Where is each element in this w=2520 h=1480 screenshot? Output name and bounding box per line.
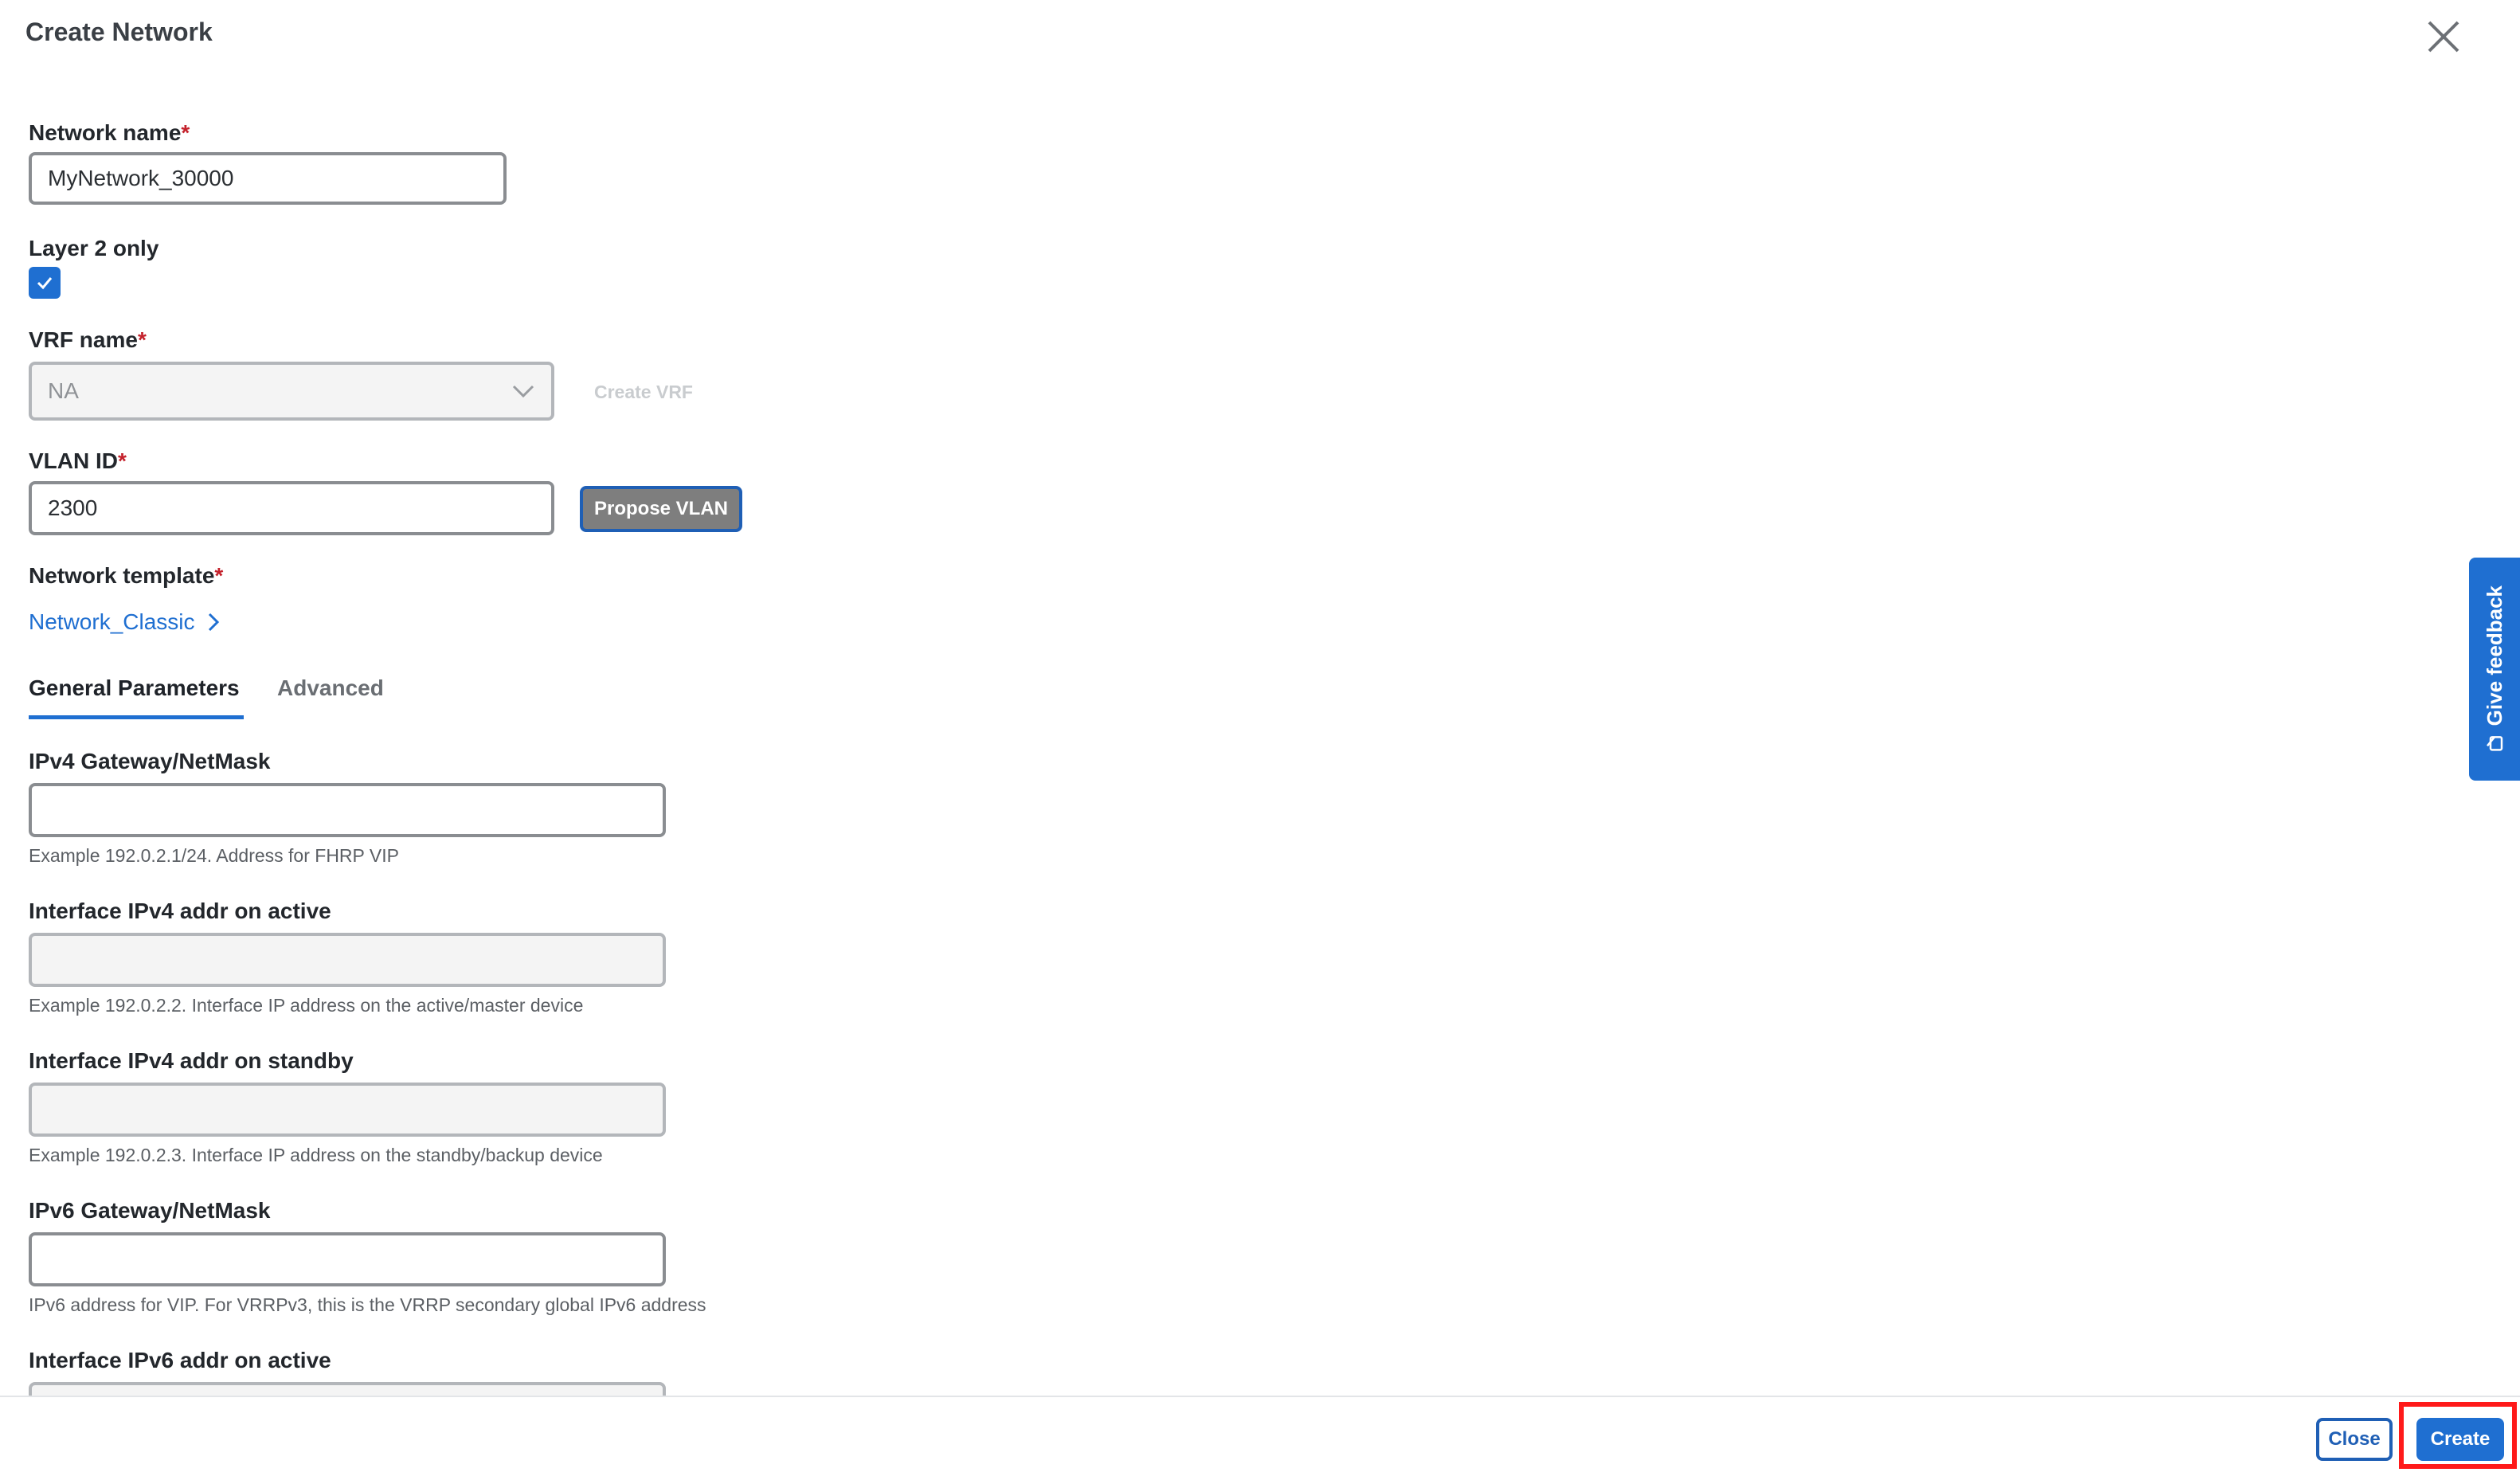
- ipv4-gateway-help: Example 192.0.2.1/24. Address for FHRP V…: [29, 845, 399, 866]
- propose-vlan-button[interactable]: Propose VLAN: [580, 486, 742, 532]
- required-mark: *: [137, 327, 147, 352]
- checkmark-icon: [37, 277, 53, 290]
- network-name-value: MyNetwork_30000: [48, 166, 234, 190]
- ipv4-standby-help: Example 192.0.2.3. Interface IP address …: [29, 1145, 603, 1165]
- ipv6-gateway-input[interactable]: [29, 1232, 666, 1286]
- ipv4-standby-label: Interface IPv4 addr on standby: [29, 1048, 354, 1073]
- active-tab-indicator: [29, 715, 244, 719]
- vlan-id-label: VLAN ID*: [29, 448, 127, 474]
- chevron-right-icon: [208, 613, 219, 632]
- close-button[interactable]: Close: [2316, 1418, 2393, 1461]
- vrf-name-label: VRF name*: [29, 327, 147, 353]
- give-feedback-content: Give feedback: [2483, 585, 2507, 753]
- ipv6-gateway-help: IPv6 address for VIP. For VRRPv3, this i…: [29, 1294, 706, 1315]
- required-mark: *: [214, 563, 224, 588]
- network-template-link[interactable]: Network_Classic: [29, 609, 221, 635]
- close-icon: [2428, 21, 2459, 53]
- close-dialog-button[interactable]: [2421, 14, 2466, 59]
- vrf-name-value: NA: [48, 378, 79, 403]
- ipv4-active-label: Interface IPv4 addr on active: [29, 899, 331, 923]
- create-vrf-link[interactable]: Create VRF: [594, 382, 693, 403]
- ipv4-active-help: Example 192.0.2.2. Interface IP address …: [29, 995, 584, 1016]
- ipv6-active-label: Interface IPv6 addr on active: [29, 1348, 331, 1372]
- layer2-checkbox[interactable]: [29, 267, 61, 299]
- ipv4-gateway-label: IPv4 Gateway/NetMask: [29, 749, 271, 773]
- network-name-label-text: Network name: [29, 120, 182, 145]
- footer-divider: [0, 1396, 2520, 1397]
- vlan-id-value: 2300: [48, 495, 98, 520]
- ipv4-gateway-input[interactable]: [29, 783, 666, 837]
- tab-advanced[interactable]: Advanced: [277, 675, 384, 701]
- ipv4-standby-input[interactable]: [29, 1083, 666, 1137]
- vrf-name-select[interactable]: NA: [29, 362, 554, 421]
- feedback-icon: [2487, 735, 2503, 751]
- tab-general-parameters[interactable]: General Parameters: [29, 675, 240, 701]
- give-feedback-label: Give feedback: [2482, 585, 2506, 726]
- vrf-name-label-text: VRF name: [29, 327, 138, 352]
- network-template-link-text: Network_Classic: [29, 609, 195, 634]
- required-mark: *: [181, 120, 190, 145]
- vlan-id-label-text: VLAN ID: [29, 448, 118, 473]
- create-button[interactable]: Create: [2416, 1418, 2504, 1461]
- ipv6-active-input-clip: [29, 1382, 666, 1396]
- ipv6-gateway-label: IPv6 Gateway/NetMask: [29, 1198, 271, 1223]
- vlan-id-input[interactable]: 2300: [29, 481, 554, 535]
- network-name-label: Network name*: [29, 120, 190, 146]
- network-name-input[interactable]: MyNetwork_30000: [29, 152, 507, 205]
- network-template-label: Network template*: [29, 563, 223, 589]
- required-mark: *: [118, 448, 127, 473]
- chevron-down-icon: [512, 385, 534, 398]
- network-template-label-text: Network template: [29, 563, 215, 588]
- ipv4-active-input[interactable]: [29, 933, 666, 987]
- layer2-label: Layer 2 only: [29, 236, 159, 260]
- give-feedback-button[interactable]: Give feedback: [2469, 558, 2520, 781]
- dialog-title: Create Network: [25, 18, 213, 46]
- ipv6-active-input[interactable]: [29, 1382, 666, 1396]
